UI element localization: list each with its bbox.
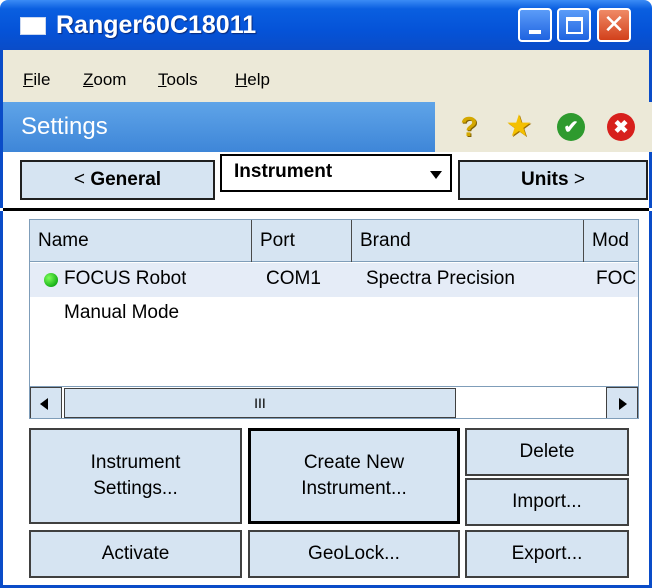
previous-page-label: General bbox=[90, 169, 162, 190]
minimize-icon bbox=[529, 30, 541, 34]
column-header-brand[interactable]: Brand bbox=[352, 220, 584, 262]
menu-help[interactable]: Help bbox=[235, 70, 270, 90]
column-header-port[interactable]: Port bbox=[252, 220, 352, 262]
scroll-left-button[interactable] bbox=[30, 387, 62, 418]
previous-arrow: < bbox=[73, 169, 86, 190]
menu-zoom[interactable]: Zoom bbox=[83, 70, 126, 90]
instrument-port: COM1 bbox=[266, 268, 321, 289]
close-button[interactable]: ✕ bbox=[597, 8, 631, 42]
delete-button[interactable]: Delete bbox=[465, 428, 629, 476]
next-page-button[interactable]: Units > bbox=[458, 160, 648, 200]
dropdown-arrow-icon bbox=[430, 171, 442, 179]
favorites-star-icon[interactable]: ★ bbox=[505, 112, 533, 142]
create-new-instrument-button[interactable]: Create New Instrument... bbox=[248, 428, 460, 524]
column-header-name[interactable]: Name bbox=[30, 220, 252, 262]
instrument-settings-button[interactable]: Instrument Settings... bbox=[29, 428, 242, 524]
window-title-bar[interactable]: Ranger60C18011 ✕ bbox=[0, 0, 652, 50]
previous-page-button[interactable]: < General bbox=[20, 160, 215, 200]
instrument-list[interactable]: Name Port Brand Mod FOCUS Robot COM1 Spe… bbox=[29, 219, 639, 419]
horizontal-scrollbar[interactable]: III bbox=[30, 386, 638, 418]
instrument-brand: Spectra Precision bbox=[366, 268, 515, 289]
menu-tools[interactable]: Tools bbox=[158, 70, 198, 90]
column-header-model[interactable]: Mod bbox=[584, 220, 638, 262]
export-button[interactable]: Export... bbox=[465, 530, 629, 578]
geolock-button[interactable]: GeoLock... bbox=[248, 530, 460, 578]
settings-header: Settings ? ★ ✔ ✖ bbox=[0, 102, 652, 152]
activate-button[interactable]: Activate bbox=[29, 530, 242, 578]
page-title: Settings bbox=[21, 113, 108, 140]
window-title: Ranger60C18011 bbox=[56, 11, 257, 39]
scrollbar-thumb[interactable]: III bbox=[64, 388, 456, 418]
dropdown-value: Instrument bbox=[234, 161, 333, 182]
instrument-model: FOC bbox=[596, 268, 637, 289]
import-button[interactable]: Import... bbox=[465, 478, 629, 526]
main-content: Name Port Brand Mod FOCUS Robot COM1 Spe… bbox=[0, 211, 652, 588]
menu-file[interactable]: File bbox=[23, 70, 50, 90]
instrument-name: FOCUS Robot bbox=[64, 268, 187, 289]
instrument-name: Manual Mode bbox=[64, 302, 180, 323]
active-status-icon bbox=[44, 273, 58, 287]
list-item-focus-robot[interactable]: FOCUS Robot COM1 Spectra Precision FOC bbox=[30, 263, 638, 297]
ok-check-icon[interactable]: ✔ bbox=[557, 113, 585, 141]
menu-bar: File Zoom Tools Help bbox=[0, 50, 652, 102]
settings-navigation: < General Instrument Units > bbox=[0, 152, 652, 208]
list-header: Name Port Brand Mod bbox=[30, 220, 638, 262]
close-icon: ✕ bbox=[603, 10, 625, 40]
header-toolbar: ? ★ ✔ ✖ bbox=[435, 102, 652, 152]
scroll-left-icon bbox=[40, 398, 48, 410]
app-window-icon bbox=[20, 17, 46, 35]
minimize-button[interactable] bbox=[518, 8, 552, 42]
scroll-right-button[interactable] bbox=[606, 387, 638, 418]
maximize-icon bbox=[566, 17, 583, 34]
settings-page-dropdown[interactable]: Instrument bbox=[220, 154, 452, 192]
list-item-manual-mode[interactable]: Manual Mode bbox=[30, 297, 638, 331]
next-arrow: > bbox=[573, 169, 585, 190]
cancel-x-icon[interactable]: ✖ bbox=[607, 113, 635, 141]
next-page-label: Units bbox=[521, 169, 569, 190]
help-icon[interactable]: ? bbox=[455, 113, 483, 141]
maximize-button[interactable] bbox=[557, 8, 591, 42]
scroll-right-icon bbox=[619, 398, 627, 410]
